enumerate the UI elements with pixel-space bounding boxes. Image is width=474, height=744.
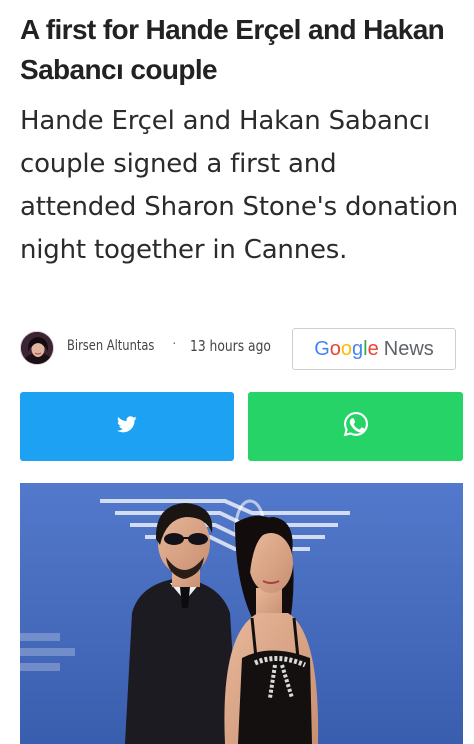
google-logo-letter: g [352,337,364,360]
meta-separator: · [172,334,177,350]
couple-photo [20,483,463,744]
article-meta: Birsen Altuntas · 13 hours ago Google Ne… [20,328,456,370]
article-summary: Hande Erçel and Hakan Sabancı couple sig… [20,106,459,265]
google-logo-letter: G [314,337,330,360]
twitter-share-button[interactable] [20,392,234,461]
publish-time: 13 hours ago [190,337,271,355]
article-image[interactable] [20,483,463,744]
google-logo-letter: o [329,337,341,360]
google-logo-letter: o [340,337,353,360]
whatsapp-share-button[interactable] [248,392,463,461]
google-news-button[interactable]: Google News [292,328,456,370]
whatsapp-icon [342,410,370,443]
google-logo-letter: e [367,337,379,360]
google-news-label: News [383,337,434,360]
article-headline: A first for Hande Erçel and Hakan Sabanc… [20,14,445,85]
google-logo: Google [314,338,379,361]
author-avatar[interactable] [20,331,54,365]
twitter-bird-icon [116,415,137,438]
author-name[interactable]: Birsen Altuntas [67,338,154,354]
